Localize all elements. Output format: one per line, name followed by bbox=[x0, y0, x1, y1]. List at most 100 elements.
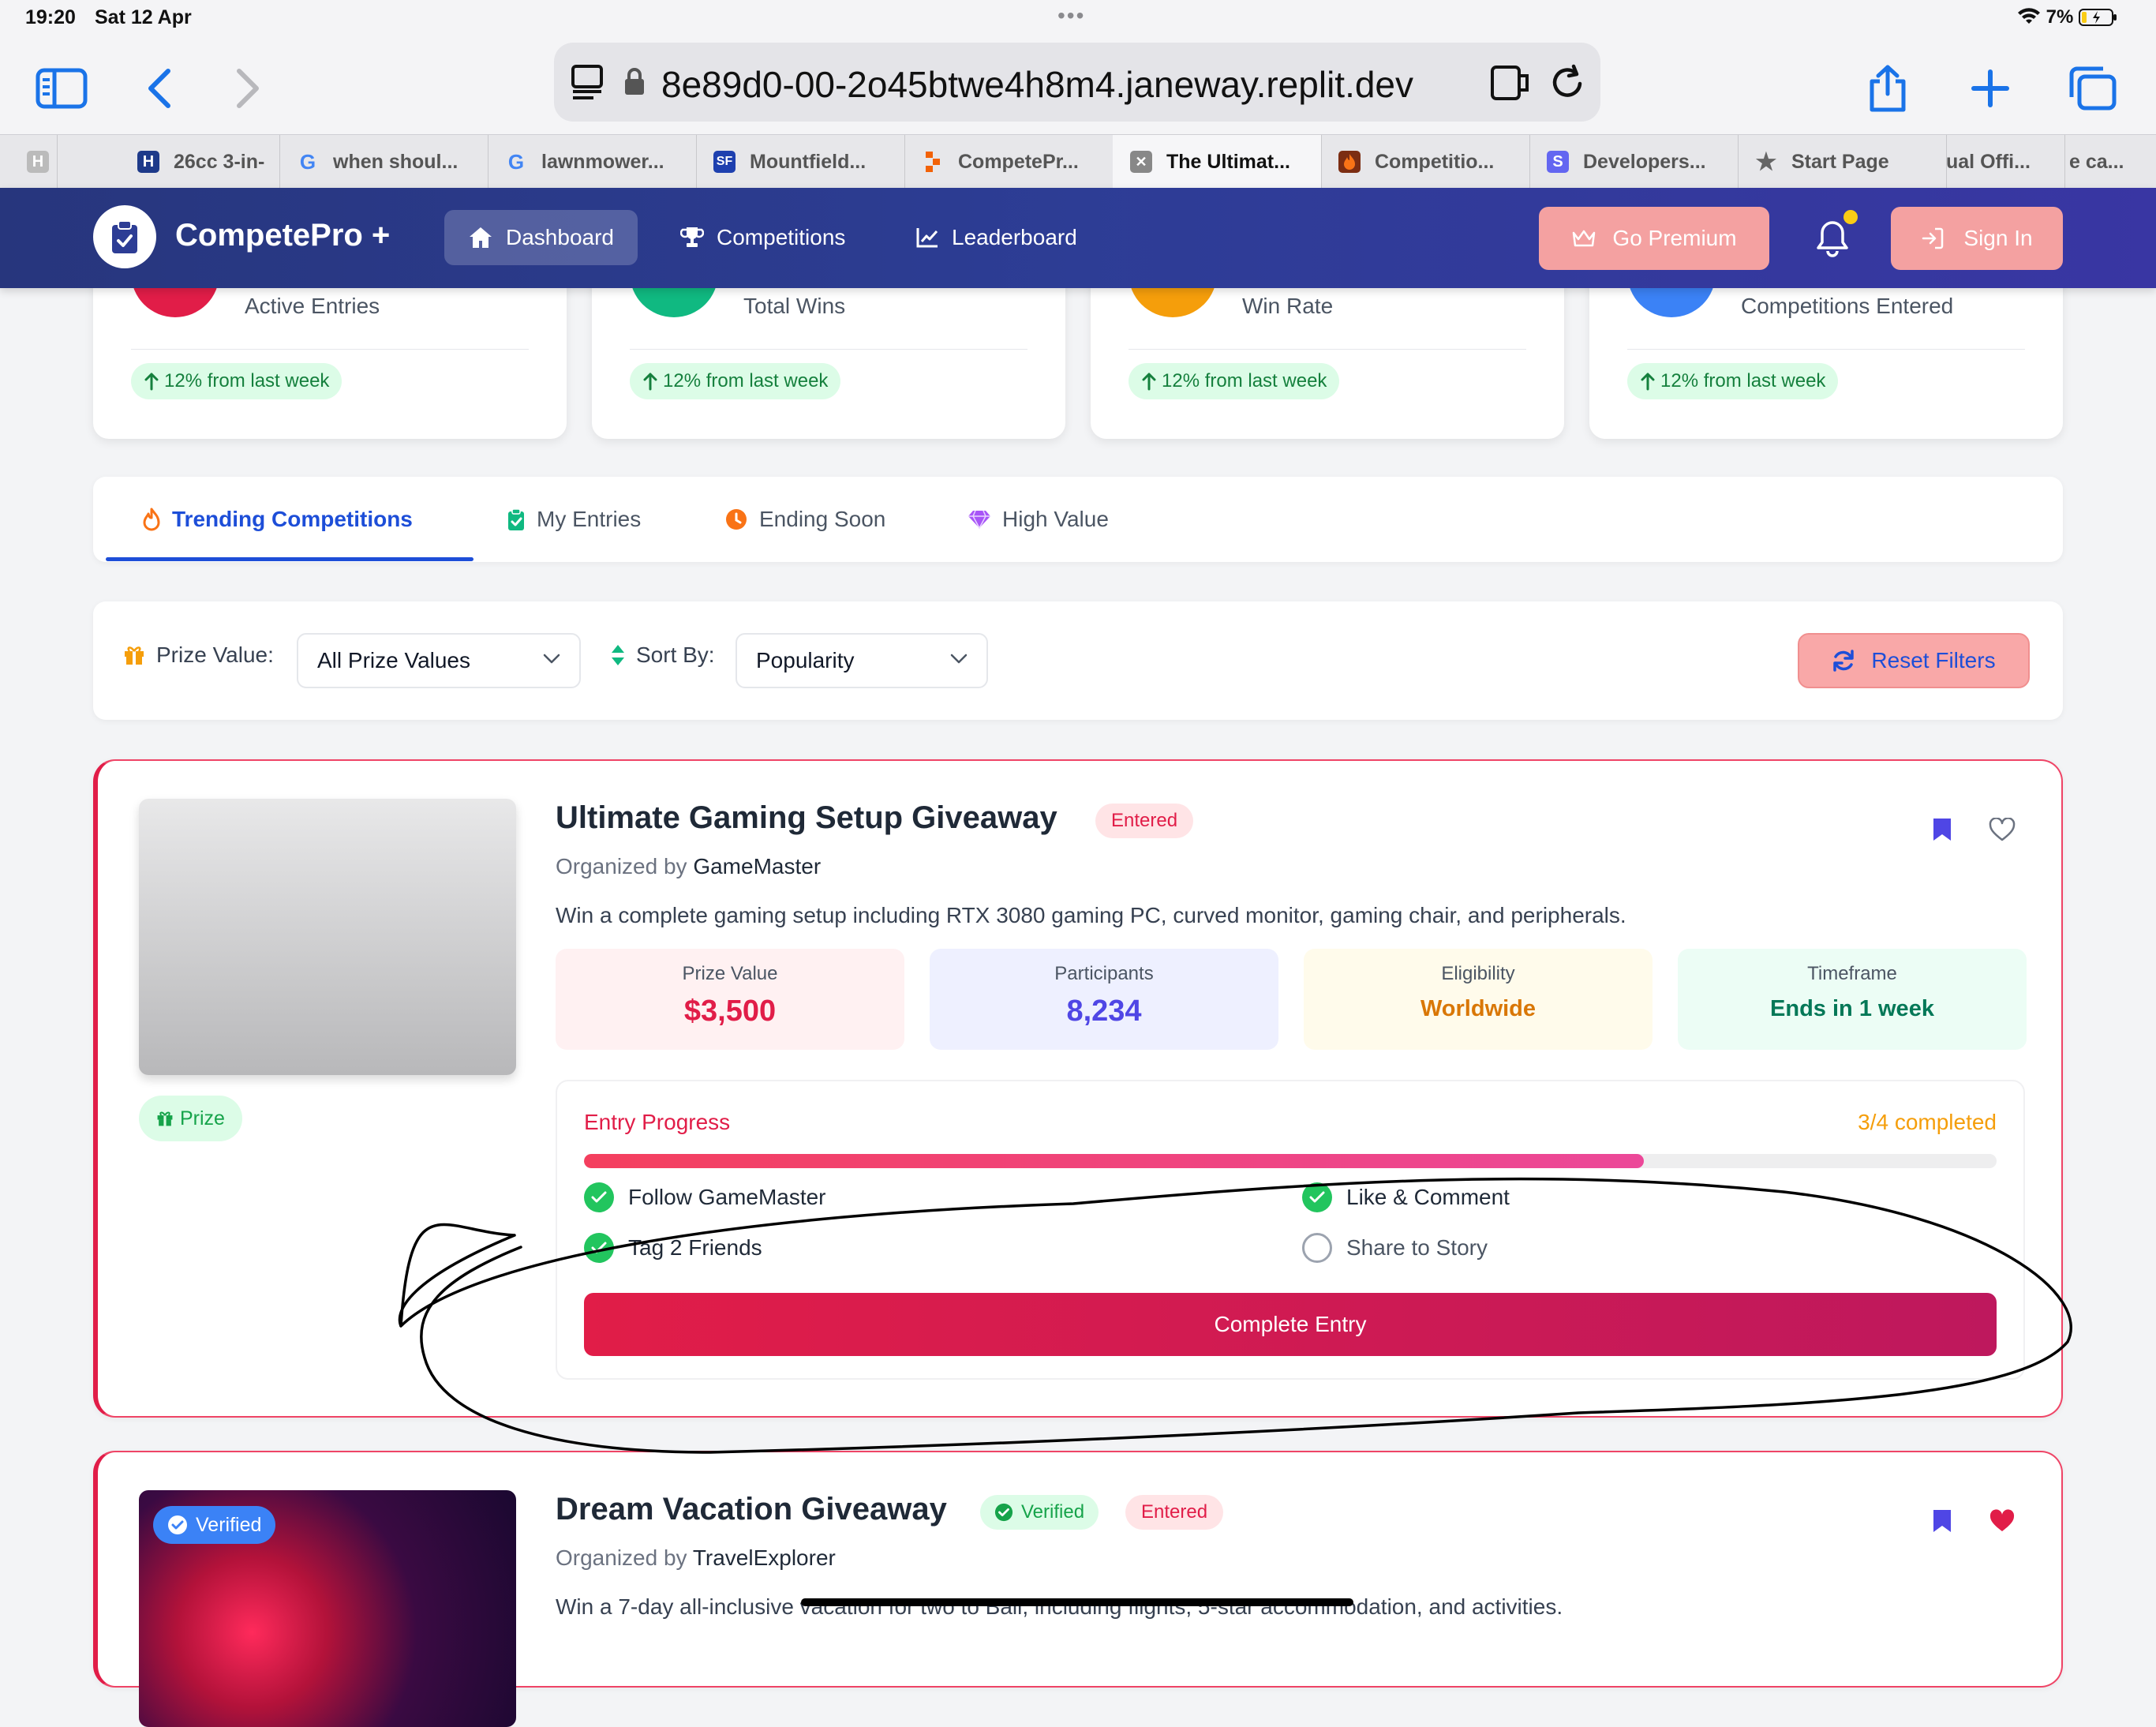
sort-by-select[interactable]: Popularity bbox=[736, 633, 988, 688]
heart-filled-icon[interactable] bbox=[1982, 1501, 2022, 1541]
detail-value: 8,234 bbox=[1066, 995, 1142, 1028]
url-text[interactable]: 8e89d0-00-2o45btwe4h8m4.janeway.replit.d… bbox=[661, 63, 1413, 106]
browser-tab[interactable]: G when shoul... bbox=[279, 135, 488, 189]
tab-label: when shoul... bbox=[333, 150, 459, 173]
select-value: Popularity bbox=[756, 648, 855, 672]
sidebar-toggle-icon[interactable] bbox=[30, 57, 93, 120]
browser-tab[interactable]: SF Mountfield... bbox=[696, 135, 905, 189]
browser-tab[interactable]: ual Offi... bbox=[1946, 135, 2065, 189]
nav-competitions[interactable]: Competitions bbox=[657, 210, 869, 265]
gem-icon bbox=[968, 510, 990, 530]
new-tab-icon[interactable] bbox=[1959, 57, 2022, 120]
task-share-story[interactable]: Share to Story bbox=[1302, 1233, 1488, 1263]
task-label: Tag 2 Friends bbox=[628, 1235, 762, 1260]
competition-description: Win a 7-day all-inclusive vacation for t… bbox=[556, 1594, 1563, 1619]
stat-trend-text: 12% from last week bbox=[164, 370, 330, 391]
logo-icon[interactable] bbox=[93, 205, 156, 268]
arrow-up-icon bbox=[144, 373, 159, 391]
organizer-prefix: Organized by bbox=[556, 854, 687, 878]
heart-outline-icon[interactable] bbox=[1982, 810, 2022, 849]
competition-card[interactable]: Prize Ultimate Gaming Setup Giveaway Ent… bbox=[93, 759, 2063, 1418]
browser-tab[interactable]: G lawnmower... bbox=[488, 135, 697, 189]
refresh-icon bbox=[1833, 650, 1855, 672]
lock-icon bbox=[625, 68, 644, 95]
tab-high-value[interactable]: High Value bbox=[968, 477, 1109, 562]
prize-value-label: Prize Value: bbox=[123, 642, 274, 668]
organizer-name[interactable]: GameMaster bbox=[693, 854, 821, 878]
task-tag-friends[interactable]: Tag 2 Friends bbox=[584, 1233, 762, 1263]
stat-trend-text: 12% from last week bbox=[663, 370, 829, 391]
browser-tab[interactable]: CompetePr... bbox=[904, 135, 1114, 189]
entered-badge: Entered bbox=[1125, 1495, 1224, 1530]
task-label: Share to Story bbox=[1346, 1235, 1488, 1260]
tab-overview-icon[interactable] bbox=[2061, 57, 2124, 120]
address-bar[interactable]: 8e89d0-00-2o45btwe4h8m4.janeway.replit.d… bbox=[554, 43, 1600, 122]
browser-tab[interactable]: H bbox=[0, 135, 58, 189]
battery-icon bbox=[2079, 9, 2117, 26]
tab-label: Mountfield... bbox=[750, 150, 867, 173]
task-label: Like & Comment bbox=[1346, 1185, 1510, 1209]
nav-dashboard[interactable]: Dashboard bbox=[444, 210, 638, 265]
browser-tab[interactable]: ★ Start Page bbox=[1738, 135, 1947, 189]
browser-tab[interactable]: H 26cc 3-in- bbox=[120, 135, 280, 189]
competition-title[interactable]: Ultimate Gaming Setup Giveaway bbox=[556, 800, 1057, 836]
stat-trend-text: 12% from last week bbox=[1162, 370, 1327, 391]
reload-icon[interactable] bbox=[1550, 63, 1586, 101]
task-like-comment[interactable]: Like & Comment bbox=[1302, 1182, 1510, 1212]
tab-label: Trending Competitions bbox=[172, 507, 413, 531]
competition-title[interactable]: Dream Vacation Giveaway bbox=[556, 1492, 947, 1527]
browser-tab-active[interactable]: ✕ The Ultimat... bbox=[1113, 135, 1322, 189]
tab-my-entries[interactable]: My Entries bbox=[507, 477, 641, 562]
google-icon: G bbox=[507, 149, 525, 174]
tab-ending-soon[interactable]: Ending Soon bbox=[724, 477, 885, 562]
detail-label: Timeframe bbox=[1807, 963, 1897, 984]
competition-image[interactable]: Verified bbox=[139, 1490, 516, 1727]
prize-value-select[interactable]: All Prize Values bbox=[297, 633, 581, 688]
competition-image[interactable] bbox=[139, 799, 516, 1075]
organizer-line: Organized by GameMaster bbox=[556, 854, 821, 879]
browser-toolbar: 8e89d0-00-2o45btwe4h8m4.janeway.replit.d… bbox=[0, 39, 2156, 134]
share-icon[interactable] bbox=[1856, 57, 1919, 120]
tab-label: Ending Soon bbox=[759, 507, 886, 531]
bookmark-icon[interactable] bbox=[1922, 1501, 1962, 1541]
tab-label: High Value bbox=[1002, 507, 1109, 531]
clipboard-check-icon bbox=[508, 508, 524, 530]
sign-in-button[interactable]: Sign In bbox=[1891, 207, 2063, 270]
stat-label: Active Entries bbox=[245, 294, 380, 318]
tab-label: My Entries bbox=[537, 507, 642, 531]
detail-participants: Participants 8,234 bbox=[930, 949, 1278, 1050]
browser-tab[interactable]: S Developers... bbox=[1529, 135, 1739, 189]
reset-filters-button[interactable]: Reset Filters bbox=[1798, 633, 2030, 688]
verified-badge: Verified bbox=[980, 1495, 1099, 1530]
detail-label: Prize Value bbox=[682, 963, 778, 984]
detail-value: $3,500 bbox=[683, 995, 777, 1028]
home-icon bbox=[470, 227, 492, 248]
tab-label: ual Offi... bbox=[1946, 150, 2031, 173]
back-icon[interactable] bbox=[128, 57, 191, 120]
brand-name[interactable]: CompetePro + bbox=[175, 218, 390, 253]
bookmark-icon[interactable] bbox=[1922, 810, 1962, 849]
task-follow[interactable]: Follow GameMaster bbox=[584, 1182, 826, 1212]
reset-label: Reset Filters bbox=[1871, 648, 1996, 672]
organizer-name[interactable]: TravelExplorer bbox=[693, 1545, 836, 1570]
organizer-line: Organized by TravelExplorer bbox=[556, 1545, 836, 1571]
label-text: Sort By: bbox=[636, 642, 715, 667]
h-icon: H bbox=[27, 151, 49, 173]
forward-icon[interactable] bbox=[216, 57, 279, 120]
browser-tab[interactable]: Competitio... bbox=[1321, 135, 1530, 189]
sign-in-label: Sign In bbox=[1963, 226, 2033, 250]
competition-card[interactable]: Verified Dream Vacation Giveaway Verifie… bbox=[93, 1451, 2063, 1727]
complete-entry-button[interactable]: Complete Entry bbox=[584, 1293, 1997, 1356]
reader-icon[interactable] bbox=[571, 65, 603, 101]
nav-leaderboard[interactable]: Leaderboard bbox=[892, 210, 1101, 265]
multitask-dots[interactable]: ••• bbox=[1057, 3, 1085, 28]
go-premium-button[interactable]: Go Premium bbox=[1539, 207, 1769, 270]
close-box-icon[interactable]: ✕ bbox=[1130, 151, 1152, 173]
extension-icon[interactable] bbox=[1490, 65, 1531, 101]
tab-trending-competitions[interactable]: Trending Competitions bbox=[142, 477, 413, 562]
status-bar: 19:20 Sat 12 Apr ••• 7% bbox=[0, 0, 2156, 39]
active-tab-indicator bbox=[106, 557, 473, 561]
wifi-icon bbox=[2017, 8, 2040, 24]
chart-line-icon bbox=[916, 228, 938, 248]
browser-tab[interactable]: e ca... bbox=[2064, 135, 2156, 189]
